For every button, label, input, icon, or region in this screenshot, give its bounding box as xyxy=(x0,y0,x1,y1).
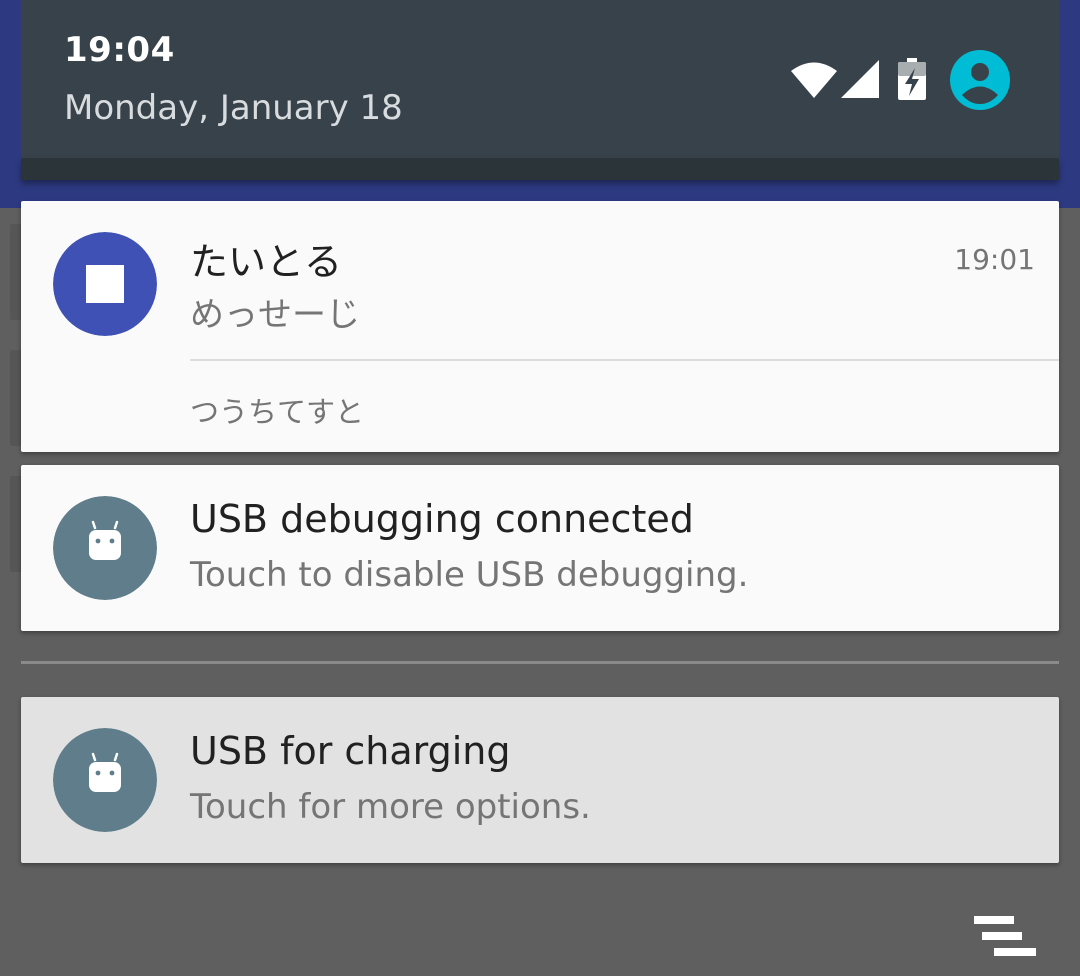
section-divider xyxy=(21,661,1059,664)
stop-square-icon xyxy=(53,232,157,336)
notification-text: めっせーじ xyxy=(190,295,360,335)
account-icon[interactable] xyxy=(950,50,1010,110)
battery-charging-icon xyxy=(898,58,926,100)
notification-title: USB for charging xyxy=(190,729,511,773)
notification-divider xyxy=(190,359,1059,361)
notification-card[interactable]: たいとる 19:01 めっせーじ つうちてすと xyxy=(21,201,1059,452)
notification-card[interactable]: USB for charging Touch for more options. xyxy=(21,697,1059,863)
android-icon xyxy=(53,728,157,832)
android-icon xyxy=(53,496,157,600)
signal-icon xyxy=(841,60,879,98)
header-clock: 19:04 xyxy=(64,30,175,70)
notification-time: 19:01 xyxy=(954,243,1035,276)
wifi-icon xyxy=(791,62,837,98)
notification-title: USB debugging connected xyxy=(190,497,694,541)
header-date[interactable]: Monday, January 18 xyxy=(64,88,403,128)
notification-text: Touch to disable USB debugging. xyxy=(190,555,749,595)
quick-settings-shelf[interactable] xyxy=(21,158,1059,180)
clear-all-icon[interactable] xyxy=(972,912,1038,962)
notification-text: Touch for more options. xyxy=(190,787,591,827)
notification-title: たいとる xyxy=(190,240,343,284)
notification-card[interactable]: USB debugging connected Touch to disable… xyxy=(21,465,1059,631)
notification-subtext: つうちてすと xyxy=(190,395,365,429)
